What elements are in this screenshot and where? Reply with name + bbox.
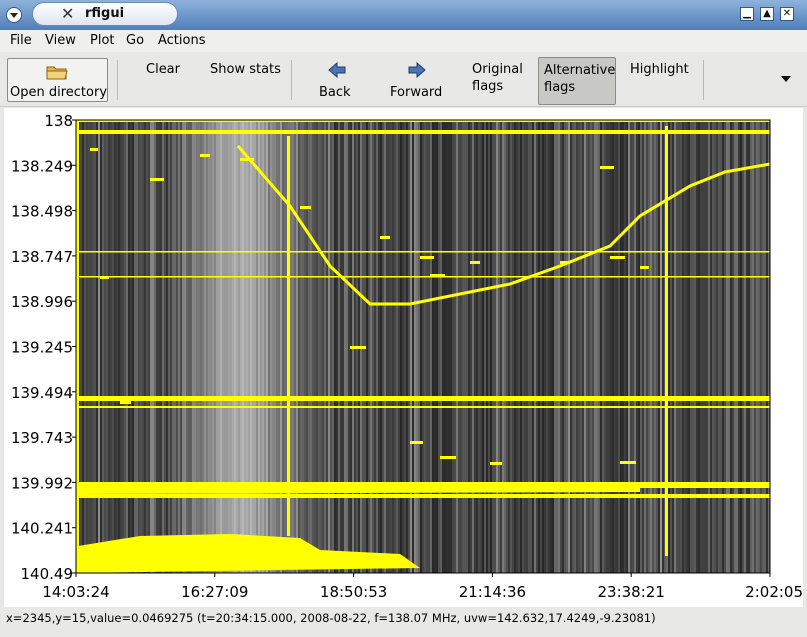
y-tick-label: 138.249 (11, 157, 73, 175)
forward-button[interactable]: Forward (388, 58, 448, 104)
maximize-button[interactable]: ▲ (760, 7, 774, 21)
minimize-button[interactable]: ▁ (740, 7, 754, 21)
menu-file[interactable]: File (10, 33, 32, 48)
y-tick-label: 138.747 (11, 248, 73, 266)
show-stats-button[interactable]: Show stats (210, 62, 281, 77)
toolbar-overflow-icon[interactable] (781, 76, 791, 82)
x-tick-label: 2:02:05 (745, 583, 803, 601)
y-tick-label: 139.494 (11, 384, 73, 402)
menu-bar: File View Plot Go Actions (0, 30, 807, 52)
status-bar: x=2345,y=15,value=0.0469275 (t=20:34:15.… (0, 607, 807, 637)
x-tick-label: 18:50:53 (320, 583, 387, 601)
x-tick-label: 23:38:21 (598, 583, 665, 601)
y-tick-label: 140.49 (21, 565, 74, 583)
bright-region (160, 120, 335, 573)
open-directory-label: Open directory (10, 85, 108, 100)
original-flags-label-1: Original (472, 62, 523, 77)
toolbar-separator (291, 60, 292, 100)
y-tick-label: 139.245 (11, 339, 73, 357)
alternative-flags-label-1: Alternative (544, 63, 616, 78)
close-button[interactable]: ✕ (780, 7, 794, 21)
original-flags-label-2: flags (472, 79, 504, 94)
alternative-flags-label-2: flags (544, 80, 576, 95)
app-icon: ✕ (61, 4, 75, 23)
x-tick-label: 21:14:36 (459, 583, 526, 601)
open-directory-button[interactable]: Open directory (7, 58, 108, 102)
title-bar: ✕ rfigui ▁ ▲ ✕ (0, 0, 807, 30)
x-tick-label: 14:03:24 (42, 583, 109, 601)
y-tick-label: 139.992 (11, 474, 73, 492)
menu-go[interactable]: Go (126, 33, 144, 48)
clear-button[interactable]: Clear (146, 62, 180, 77)
highlight-toggle[interactable]: Highlight (630, 62, 689, 77)
back-arrow-icon (328, 62, 346, 78)
back-button[interactable]: Back (312, 58, 362, 104)
x-axis: 14:03:24 16:27:09 18:50:53 21:14:36 23:38:21… (42, 573, 803, 601)
toolbar-separator (703, 60, 704, 100)
forward-arrow-icon (408, 62, 426, 78)
window-title: rfigui (85, 6, 125, 21)
menu-plot[interactable]: Plot (90, 33, 115, 48)
status-text: x=2345,y=15,value=0.0469275 (t=20:34:15.… (6, 611, 656, 625)
y-tick-label: 139.743 (11, 429, 73, 447)
toolbar-separator (117, 60, 118, 100)
y-tick-label: 140.241 (11, 520, 73, 538)
y-tick-label: 138.498 (11, 203, 73, 221)
alternative-flags-toggle[interactable]: Alternative flags (538, 57, 616, 105)
x-tick-label: 16:27:09 (181, 583, 248, 601)
y-tick-label: 138 (44, 112, 73, 130)
menu-view[interactable]: View (45, 33, 76, 48)
window-menu-button[interactable] (6, 7, 22, 23)
back-label: Back (319, 85, 351, 100)
y-tick-label: 138.996 (11, 293, 73, 311)
folder-icon (46, 66, 68, 80)
time-frequency-plot[interactable]: 138 138.249 138.498 138.747 138.996 139.245 13… (0, 106, 807, 606)
y-axis: 138 138.249 138.498 138.747 138.996 139.245 13… (11, 112, 76, 583)
forward-label: Forward (390, 85, 443, 100)
menu-actions[interactable]: Actions (158, 33, 206, 48)
title-pill: ✕ rfigui (32, 2, 178, 26)
original-flags-toggle[interactable]: Original flags (466, 60, 528, 100)
